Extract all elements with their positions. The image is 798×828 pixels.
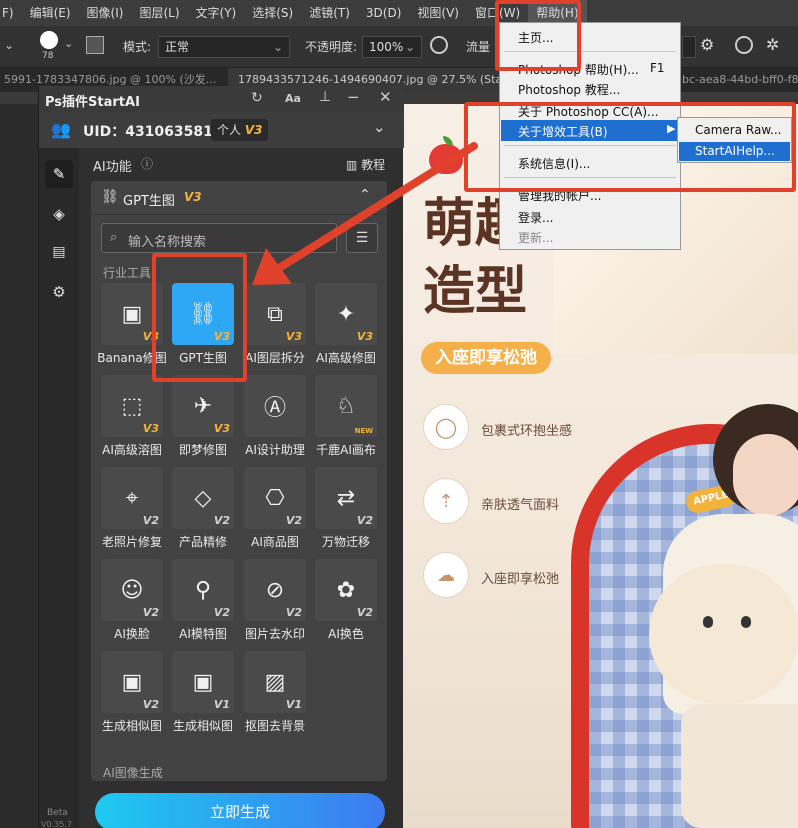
arrow-annotation	[252, 142, 478, 285]
